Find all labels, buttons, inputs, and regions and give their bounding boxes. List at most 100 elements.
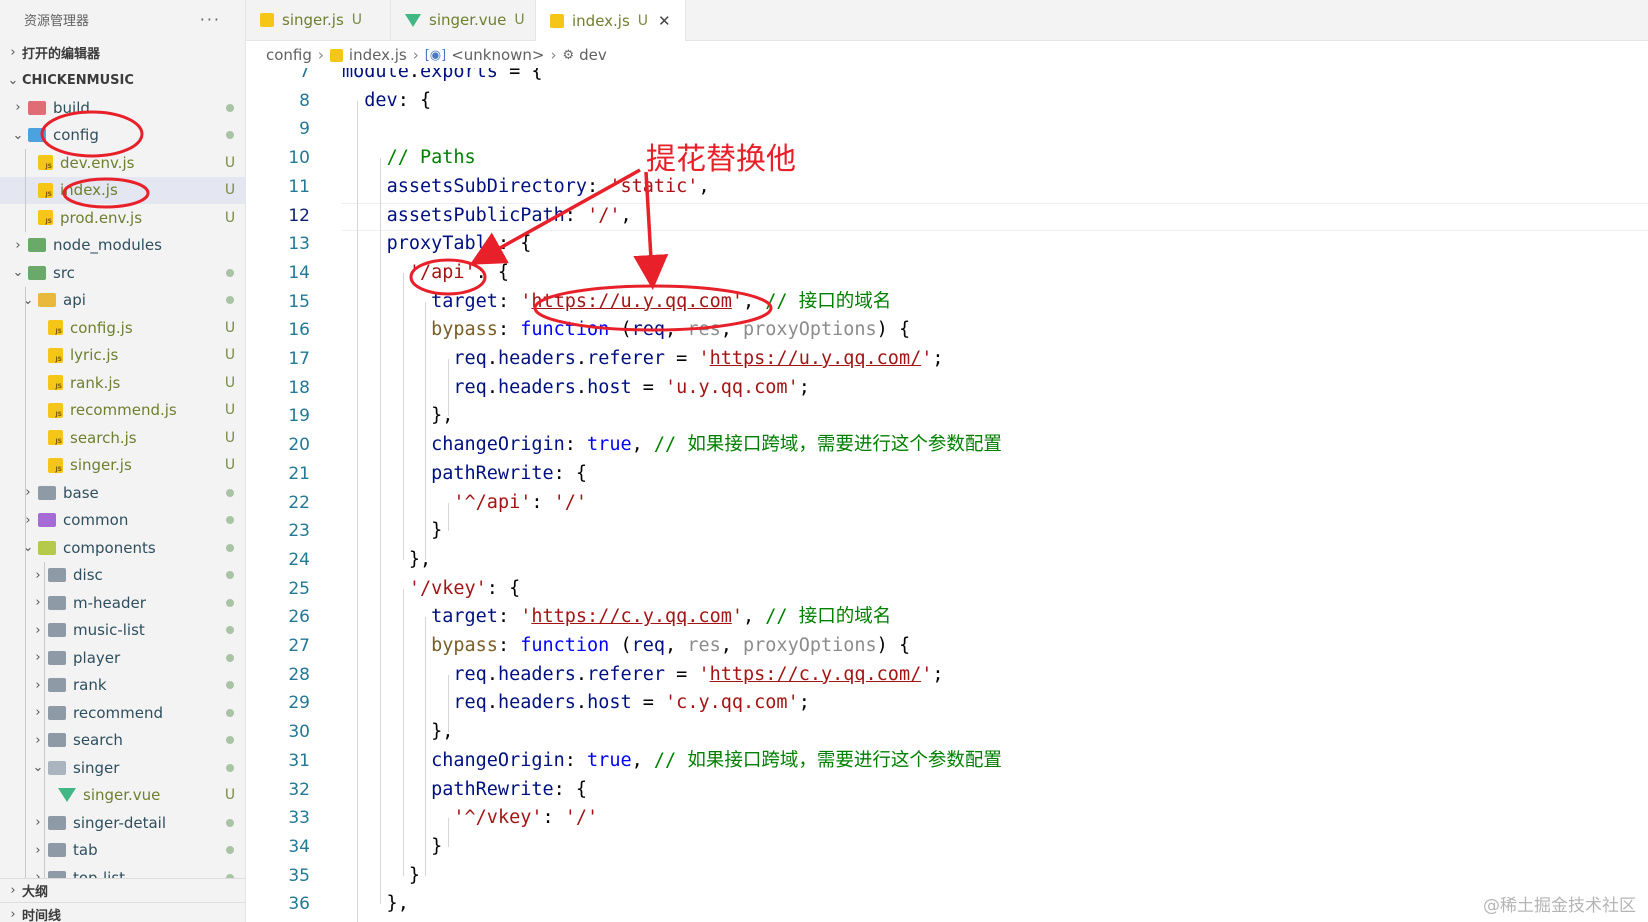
code-token: : { [397, 89, 432, 111]
tree-item[interactable]: › disc [0, 562, 245, 590]
code-token: assetsSubDirectory [386, 175, 588, 197]
code-line[interactable]: 32 pathRewrite: { [246, 776, 1648, 804]
code-line[interactable]: 8 dev: { [246, 87, 1648, 115]
tree-item-label: build [53, 98, 90, 117]
line-number: 33 [288, 808, 310, 829]
tree-item[interactable]: lyric.js U [0, 342, 245, 370]
tree-item-label: common [63, 511, 129, 530]
tree-item[interactable]: ⌄ src [0, 259, 245, 287]
code-line[interactable]: 21 pathRewrite: { [246, 460, 1648, 488]
folder-icon [38, 540, 56, 555]
more-actions-icon[interactable]: ··· [200, 10, 221, 29]
code-token: . [575, 663, 588, 685]
code-editor[interactable]: 7 module.exports = {8 dev: {9 10 // Paths 1… [246, 68, 1648, 922]
tree-item[interactable]: config.js U [0, 314, 245, 342]
timeline-section[interactable]: › 时间线 [0, 902, 245, 922]
code-line[interactable]: 17 req.headers.referer = 'https://u.y.qq… [246, 345, 1648, 373]
line-number: 30 [288, 722, 310, 743]
code-line[interactable]: 28 req.headers.referer = 'https://c.y.qq… [246, 661, 1648, 689]
breadcrumb-dev[interactable]: dev [579, 46, 607, 64]
code-line[interactable]: 15 target: 'https://u.y.qq.com', // 接口的域… [246, 288, 1648, 316]
code-line[interactable]: 35 } [246, 862, 1648, 890]
chevron-down-icon: ⌄ [12, 265, 24, 281]
tree-item[interactable]: singer.vue U [0, 782, 245, 810]
code-line[interactable]: 30 }, [246, 718, 1648, 746]
tree-item[interactable]: prod.env.js U [0, 204, 245, 232]
code-token: target [431, 290, 498, 312]
code-token: req [631, 635, 666, 656]
js-file-icon [38, 182, 53, 198]
project-section[interactable]: ⌄ CHICKENMUSIC [0, 66, 245, 94]
tree-item[interactable]: ⌄ components [0, 534, 245, 562]
code-line[interactable]: 36 }, [246, 890, 1648, 918]
outline-section[interactable]: › 大纲 [0, 878, 245, 901]
tab-singer-js[interactable]: singer.js U [246, 0, 391, 40]
tree-item-label: player [73, 648, 121, 667]
tree-item[interactable]: › rank [0, 672, 245, 700]
code-line[interactable]: 33 '^/vkey': '/' [246, 804, 1648, 832]
open-editors-label: 打开的编辑器 [22, 46, 101, 62]
tree-item[interactable]: search.js U [0, 424, 245, 452]
tree-item[interactable]: › music-list [0, 617, 245, 645]
code-text: dev: { [342, 87, 431, 115]
code-line[interactable]: 13 proxyTable: { [246, 230, 1648, 258]
code-line[interactable]: 29 req.headers.host = 'c.y.qq.com'; [246, 689, 1648, 717]
tree-item[interactable]: › singer-detail [0, 809, 245, 837]
tree-item[interactable]: › common [0, 507, 245, 535]
tree-item[interactable]: › base [0, 479, 245, 507]
tree-item[interactable]: › node_modules [0, 232, 245, 260]
code-line[interactable]: 25 '/vkey': { [246, 575, 1648, 603]
breadcrumb-config[interactable]: config [266, 46, 312, 64]
breadcrumb-file[interactable]: index.js [349, 46, 407, 64]
line-number: 18 [288, 377, 310, 398]
tab-index-js[interactable]: index.js U ✕ [536, 0, 686, 41]
close-icon[interactable]: ✕ [658, 12, 671, 30]
tree-item[interactable]: ⌄ api [0, 287, 245, 315]
tree-item[interactable]: index.js U [0, 176, 245, 204]
code-line[interactable]: 27 bypass: function (req, res, proxyOpti… [246, 632, 1648, 660]
vue-file-icon [58, 788, 76, 803]
folder-icon [38, 513, 56, 528]
tree-item[interactable]: › tab [0, 837, 245, 865]
tree-item[interactable]: › build [0, 94, 245, 122]
tree-item-label: tab [73, 841, 98, 860]
code-line[interactable]: 12 assetsPublicPath: '/', [246, 202, 1648, 230]
code-token: , [665, 635, 688, 656]
line-number: 29 [288, 693, 310, 714]
code-text: target: 'https://c.y.qq.com', // 接口的域名 [342, 603, 891, 631]
tree-item[interactable]: › m-header [0, 589, 245, 617]
tree-item[interactable]: ⌄ singer [0, 754, 245, 782]
code-line[interactable]: 19 }, [246, 402, 1648, 430]
code-token: : { [486, 577, 521, 599]
tree-item[interactable]: › recommend [0, 699, 245, 727]
tree-item[interactable]: rank.js U [0, 369, 245, 397]
open-editors-section[interactable]: › 打开的编辑器 [0, 38, 245, 66]
code-line[interactable]: 26 target: 'https://c.y.qq.com', // 接口的域… [246, 603, 1648, 631]
code-line[interactable]: 10 // Paths [246, 144, 1648, 172]
tree-item[interactable]: singer.js U [0, 452, 245, 480]
code-line[interactable]: 34 } [246, 833, 1648, 861]
tree-item[interactable]: ⌄ config [0, 122, 245, 150]
code-token: : { [475, 261, 510, 283]
tree-item[interactable]: › search [0, 727, 245, 755]
code-line[interactable]: 16 bypass: function (req, res, proxyOpti… [246, 316, 1648, 344]
code-line[interactable]: 23 } [246, 517, 1648, 545]
git-status-badge [215, 265, 245, 281]
code-line[interactable]: 11 assetsSubDirectory: 'static', [246, 173, 1648, 201]
code-line[interactable]: 22 '^/api': '/' [246, 489, 1648, 517]
tree-item[interactable]: recommend.js U [0, 397, 245, 425]
code-line[interactable]: 31 changeOrigin: true, // 如果接口跨域，需要进行这个参… [246, 747, 1648, 775]
tab-singer-vue[interactable]: singer.vue U [391, 0, 536, 40]
code-line[interactable]: 18 req.headers.host = 'u.y.qq.com'; [246, 374, 1648, 402]
code-line[interactable]: 14 '/api': { [246, 259, 1648, 287]
code-line[interactable]: 24 }, [246, 546, 1648, 574]
code-line[interactable]: 7 module.exports = { [246, 68, 1648, 86]
breadcrumb-unknown[interactable]: <unknown> [451, 46, 544, 64]
tree-item[interactable]: › player [0, 644, 245, 672]
code-token: proxyOptions [743, 319, 877, 341]
code-line[interactable]: 20 changeOrigin: true, // 如果接口跨域，需要进行这个参… [246, 431, 1648, 459]
tree-item[interactable]: dev.env.js U [0, 149, 245, 177]
code-line[interactable]: 9 [246, 115, 1648, 143]
